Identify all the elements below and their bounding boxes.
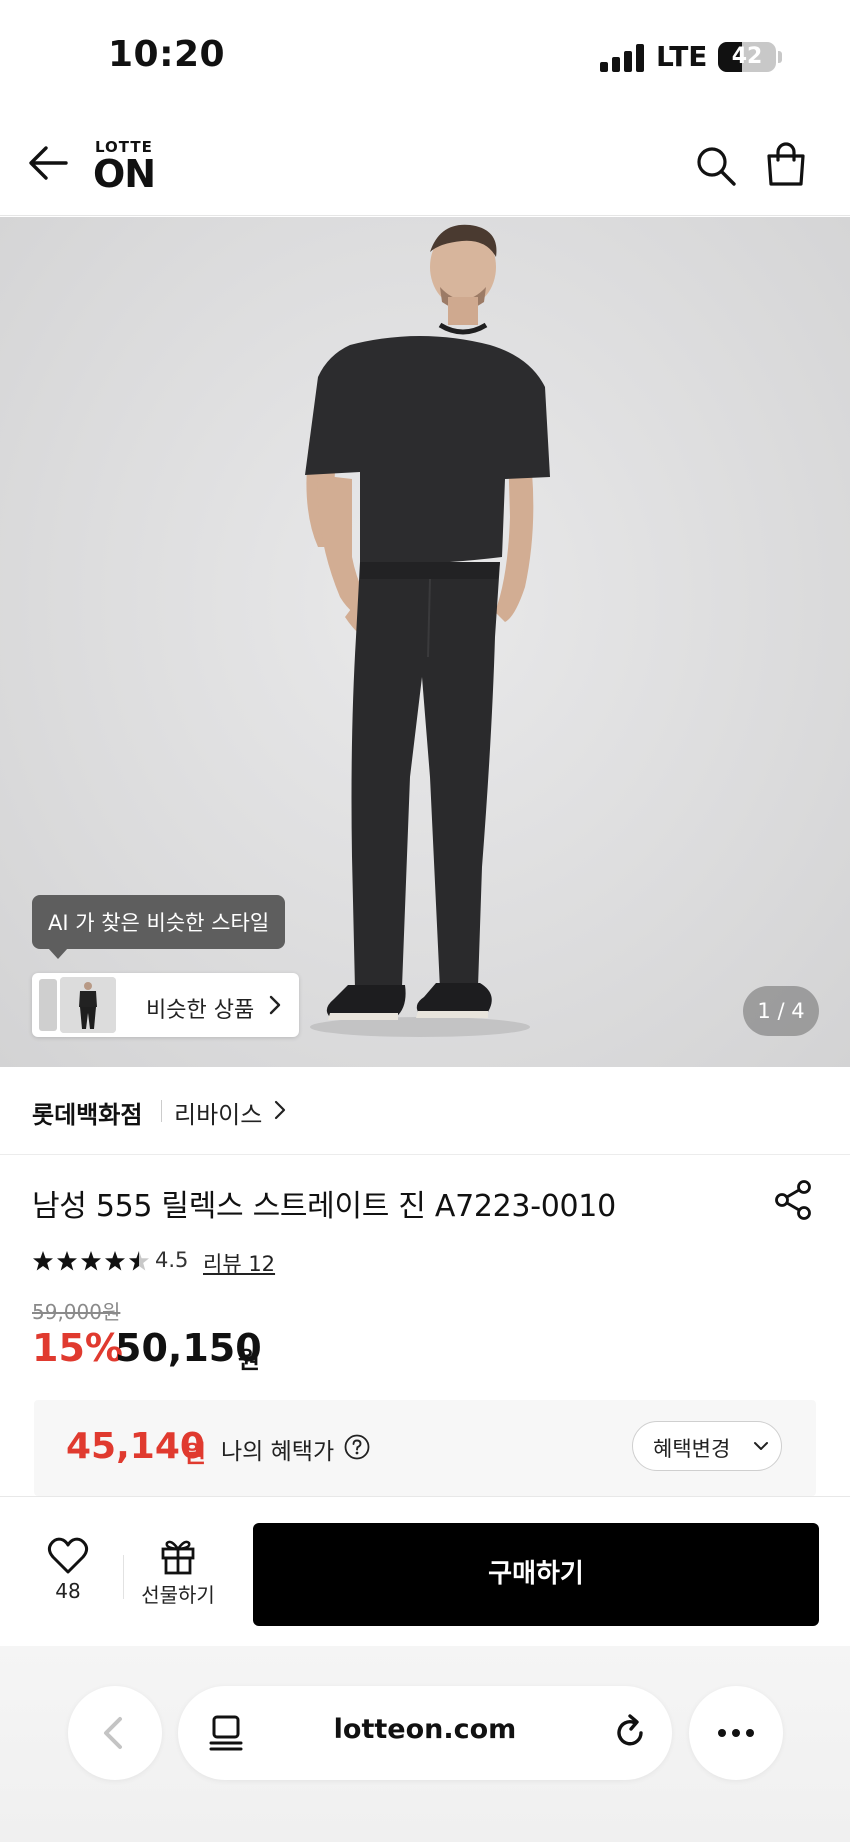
- signal-icon: [600, 44, 644, 72]
- brand-divider: [161, 1100, 162, 1122]
- benefit-price-unit: 원: [184, 1440, 207, 1468]
- browser-more-button[interactable]: [689, 1686, 783, 1780]
- bar-divider: [123, 1555, 124, 1599]
- search-icon: [697, 147, 736, 186]
- browser-back-button[interactable]: [68, 1686, 162, 1780]
- original-price: 59,000원: [32, 1300, 121, 1324]
- battery-tip: [778, 51, 782, 63]
- shopping-bag-icon: [767, 142, 805, 186]
- buy-button-label: 구매하기: [488, 1559, 584, 1589]
- star-rating: [33, 1251, 149, 1271]
- star-icon: [33, 1251, 53, 1271]
- star-icon: [105, 1251, 125, 1271]
- reload-icon[interactable]: [610, 1712, 650, 1752]
- share-icon: [775, 1180, 811, 1220]
- lotte-on-logo[interactable]: LOTTE ON: [93, 138, 156, 196]
- rating-value: 4.5: [155, 1248, 189, 1272]
- network-label: LTE: [656, 40, 708, 73]
- change-benefit-button[interactable]: 혜택변경: [632, 1421, 782, 1471]
- gift-icon: [161, 1540, 195, 1575]
- chevron-down-icon: [754, 1442, 768, 1450]
- arrow-left-icon: [29, 146, 68, 180]
- similar-products-button[interactable]: 비슷한 상품: [32, 973, 299, 1037]
- chevron-left-icon: [104, 1717, 122, 1749]
- similar-product-thumbnail: [60, 977, 116, 1033]
- more-icon: [718, 1729, 754, 1737]
- wishlist-count: 48: [55, 1579, 81, 1603]
- help-icon[interactable]: [344, 1434, 370, 1460]
- chevron-right-icon: [274, 1100, 286, 1120]
- benefit-label: 나의 혜택가: [221, 1439, 335, 1465]
- shopping-bag-button[interactable]: [764, 142, 808, 188]
- ai-similar-style-tooltip: AI 가 찾은 비슷한 스타일: [32, 895, 286, 959]
- gift-label: 선물하기: [141, 1583, 215, 1607]
- gift-button[interactable]: 선물하기: [136, 1537, 220, 1617]
- logo-big-text: ON: [93, 152, 156, 196]
- star-icon: [57, 1251, 77, 1271]
- thumbnail-stack: [39, 979, 57, 1031]
- product-title: 남성 555 릴렉스 스트레이트 진 A7223-0010: [32, 1189, 616, 1224]
- star-icon: [81, 1251, 101, 1271]
- purchase-bar: 48 선물하기 구매하기: [0, 1496, 850, 1646]
- url-text: lotteon.com: [333, 1714, 517, 1745]
- brand-row: 롯데백화점 리바이스: [0, 1068, 850, 1155]
- heart-icon: [47, 1537, 89, 1574]
- status-bar: 10:20 LTE 42: [0, 0, 850, 110]
- product-image-carousel[interactable]: AI 가 찾은 비슷한 스타일 비슷한 상품 1 / 4: [0, 217, 850, 1067]
- sale-price-unit: 원: [238, 1346, 261, 1374]
- buy-button[interactable]: 구매하기: [253, 1523, 819, 1626]
- search-button[interactable]: [694, 144, 738, 188]
- wishlist-button[interactable]: 48: [38, 1537, 98, 1617]
- battery-icon: 42: [718, 42, 776, 72]
- discount-rate: 15%: [32, 1326, 123, 1370]
- review-link[interactable]: 리뷰 12: [203, 1248, 275, 1278]
- top-nav: LOTTE ON: [0, 110, 850, 216]
- ai-tooltip-text: AI 가 찾은 비슷한 스타일: [48, 911, 270, 935]
- share-button[interactable]: [772, 1178, 816, 1222]
- brand-link[interactable]: 리바이스: [174, 1095, 262, 1130]
- address-bar[interactable]: lotteon.com: [178, 1686, 672, 1780]
- similar-products-label: 비슷한 상품: [146, 998, 255, 1023]
- benefit-price-box: 45,140 원 나의 혜택가 혜택변경: [34, 1400, 816, 1496]
- half-star-icon: [129, 1251, 149, 1271]
- image-pager: 1 / 4: [743, 986, 819, 1036]
- status-time: 10:20: [108, 34, 226, 75]
- image-pager-text: 1 / 4: [757, 999, 805, 1023]
- change-benefit-label: 혜택변경: [653, 1437, 731, 1461]
- back-button[interactable]: [26, 140, 72, 186]
- product-page: 10:20 LTE 42 LOTTE ON AI 가 찾은 비슷한 스타일 비슷…: [0, 0, 850, 1842]
- store-name[interactable]: 롯데백화점: [32, 1095, 142, 1130]
- battery-percent: 42: [731, 44, 763, 69]
- browser-toolbar: lotteon.com: [0, 1646, 850, 1842]
- chevron-right-icon: [269, 995, 281, 1015]
